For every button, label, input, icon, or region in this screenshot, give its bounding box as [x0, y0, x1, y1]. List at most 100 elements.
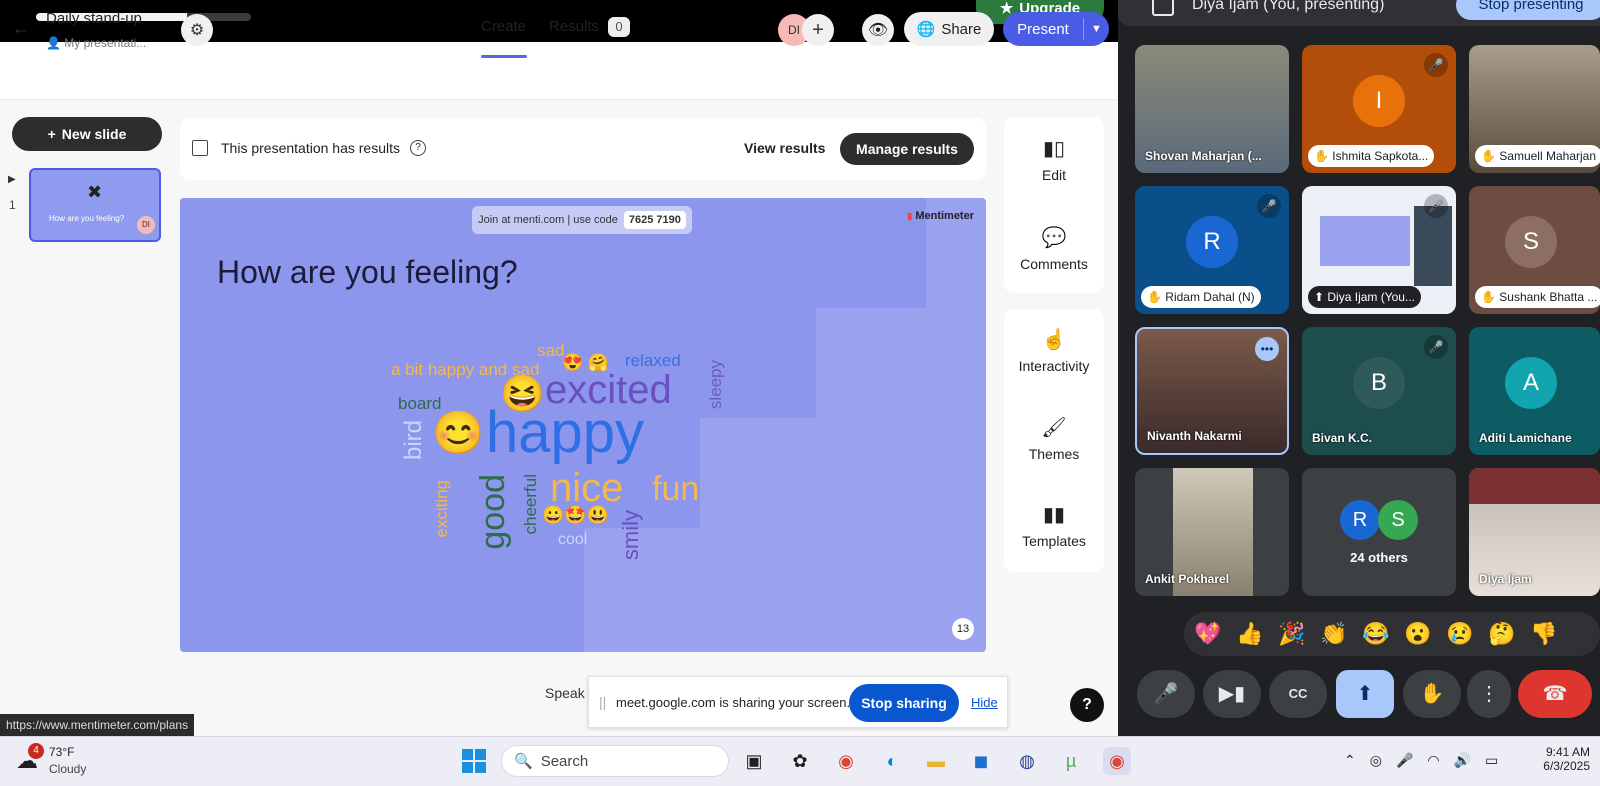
participant-tile[interactable]: Ankit Pokharel [1135, 468, 1289, 596]
clap-reaction[interactable]: 👏 [1316, 621, 1352, 647]
hide-link[interactable]: Hide [971, 695, 998, 710]
mic-off-icon: 🎤 [1424, 53, 1448, 77]
join-code-banner: Join at menti.com | use code 7625 7190 [472, 206, 692, 234]
status-bar-url: https://www.mentimeter.com/plans [0, 714, 195, 736]
security-icon[interactable]: ◎ [1370, 752, 1382, 769]
thumbs-up-reaction[interactable]: 👍 [1232, 621, 1268, 647]
windows-start-icon[interactable] [462, 749, 486, 773]
search-label: Search [540, 752, 589, 770]
sad-reaction[interactable]: 😢 [1442, 621, 1478, 647]
volume-icon[interactable]: 🔊 [1454, 752, 1471, 769]
task-view-icon[interactable]: ▣ [740, 747, 768, 775]
participant-name: ✋ Sushank Bhatta ... [1475, 286, 1600, 308]
participant-tile[interactable]: 🎤 ⬆ Diya Ijam (You... [1302, 186, 1456, 314]
thinking-reaction[interactable]: 🤔 [1484, 621, 1520, 647]
slide-thumbnail[interactable]: ✖ How are you feeling? DI [29, 168, 161, 242]
word-cloud-item: sleepy [706, 360, 725, 410]
new-slide-button[interactable]: + New slide [12, 117, 162, 151]
thumbs-down-reaction[interactable]: 👎 [1526, 621, 1562, 647]
microphone-icon[interactable]: 🎤 [1396, 752, 1413, 769]
settings-button[interactable]: ⚙ [181, 14, 213, 46]
view-results-button[interactable]: View results [744, 140, 825, 156]
add-collaborator-button[interactable]: + [802, 14, 834, 46]
taskbar-search[interactable]: 🔍 Search [501, 745, 729, 777]
back-arrow-icon[interactable]: ← [12, 18, 30, 39]
slide-preview[interactable]: Join at menti.com | use code 7625 7190 ▮ … [180, 198, 986, 652]
share-button[interactable]: 🌐 Share [904, 12, 994, 46]
stop-presenting-button[interactable]: Stop presenting [1456, 0, 1600, 20]
present-button[interactable]: Present ▼ [1003, 12, 1109, 46]
drag-handle-icon[interactable]: || [599, 694, 606, 710]
mentimeter-logo: ▮ Mentimeter [907, 210, 974, 222]
camera-button[interactable]: ▶▮ [1203, 670, 1261, 718]
stop-sharing-button[interactable]: Stop sharing [849, 684, 959, 722]
torrent-icon[interactable]: µ [1057, 747, 1085, 775]
microphone-button[interactable]: 🎤 [1137, 670, 1195, 718]
battery-icon[interactable]: ▭ [1485, 752, 1498, 769]
present-screen-icon [1152, 0, 1174, 16]
interactivity-tool[interactable]: ☝ Interactivity [1004, 327, 1104, 374]
present-screen-button[interactable]: ⬆ [1336, 670, 1394, 718]
app-icon[interactable]: ◍ [1013, 747, 1041, 775]
search-icon: 🔍 [514, 753, 533, 770]
play-arrow-icon[interactable]: ▶ [8, 174, 16, 185]
laugh-reaction[interactable]: 😂 [1358, 621, 1394, 647]
participant-tile[interactable]: A Aditi Lamichane [1469, 327, 1600, 455]
captions-icon: CC [1288, 686, 1308, 701]
phone-hangup-icon: ☎ [1542, 683, 1568, 705]
copilot-icon[interactable]: ✿ [786, 747, 814, 775]
comments-tool[interactable]: 💬 Comments [1004, 225, 1104, 272]
temperature[interactable]: 73°F [49, 745, 74, 759]
participant-tile[interactable]: R 🎤 ✋ Ridam Dahal (N) [1135, 186, 1289, 314]
captions-button[interactable]: CC [1269, 670, 1327, 718]
tab-results[interactable]: Results [549, 18, 599, 35]
templates-tool[interactable]: ▮▮ Templates [1004, 502, 1104, 549]
participant-tile[interactable]: B 🎤 Bivan K.C. [1302, 327, 1456, 455]
themes-tool[interactable]: 🖌 Themes [1004, 415, 1104, 462]
raise-hand-button[interactable]: ✋ [1403, 670, 1461, 718]
question-icon[interactable]: ? [410, 140, 426, 156]
participant-tile[interactable]: S ✋ Sushank Bhatta ... [1469, 186, 1600, 314]
more-options-button[interactable]: ⋮ [1467, 670, 1511, 718]
speaker-notes-label[interactable]: Speak [545, 685, 585, 701]
participant-tile[interactable]: Shovan Maharjan (... [1135, 45, 1289, 173]
new-slide-label: New slide [61, 126, 127, 142]
response-count-badge: 13 [952, 618, 974, 640]
results-notice-text: This presentation has results [221, 140, 400, 156]
screen-share-notice: || meet.google.com is sharing your scree… [588, 676, 1008, 728]
file-explorer-icon[interactable]: ▬ [922, 747, 950, 775]
edit-tool[interactable]: ▮▯ Edit [1004, 136, 1104, 183]
presentation-title[interactable]: Daily stand-up [46, 10, 142, 27]
more-options-icon[interactable]: ••• [1255, 337, 1279, 361]
participant-tile[interactable]: Diya Ijam [1469, 468, 1600, 596]
participant-name: Aditi Lamichane [1479, 431, 1572, 445]
surprised-reaction[interactable]: 😮 [1400, 621, 1436, 647]
chrome-profile-icon[interactable]: ◉ [1103, 747, 1131, 775]
participant-tile[interactable]: ••• Nivanth Nakarmi [1135, 327, 1289, 455]
wifi-icon[interactable]: ◠ [1427, 752, 1439, 769]
chrome-icon[interactable]: ◉ [832, 747, 860, 775]
participant-name: ✋ Ridam Dahal (N) [1141, 286, 1261, 308]
camera-icon: ▶▮ [1218, 683, 1246, 705]
chevron-down-icon[interactable]: ▼ [1084, 23, 1109, 35]
word-cloud-item: 😀🤩😃 [542, 505, 610, 525]
clock-date: 6/3/2025 [1543, 759, 1590, 773]
party-reaction[interactable]: 🎉 [1274, 621, 1310, 647]
heart-reaction[interactable]: 💖 [1190, 621, 1226, 647]
store-icon[interactable]: ◼ [967, 747, 995, 775]
preview-button[interactable]: 👁 [862, 14, 894, 46]
participant-tile[interactable]: I 🎤 ✋ Ishmita Sapkota... [1302, 45, 1456, 173]
hand-icon: ✋ [1419, 683, 1445, 705]
tab-create[interactable]: Create [481, 18, 526, 35]
folder-breadcrumb[interactable]: 👤 My presentati... [46, 36, 146, 50]
participant-avatar: I [1353, 75, 1405, 128]
taskbar-clock[interactable]: 9:41 AM 6/3/2025 [1528, 745, 1590, 773]
weather-condition[interactable]: Cloudy [49, 762, 86, 776]
help-button[interactable]: ? [1070, 688, 1104, 722]
participant-tile[interactable]: R S 24 others [1302, 468, 1456, 596]
participant-tile[interactable]: ✋ Samuell Maharjan [1469, 45, 1600, 173]
manage-results-button[interactable]: Manage results [840, 133, 974, 165]
leave-call-button[interactable]: ☎ [1518, 670, 1592, 718]
edge-icon[interactable]: ◐ [878, 747, 906, 775]
chevron-up-icon[interactable]: ⌃ [1344, 752, 1356, 769]
